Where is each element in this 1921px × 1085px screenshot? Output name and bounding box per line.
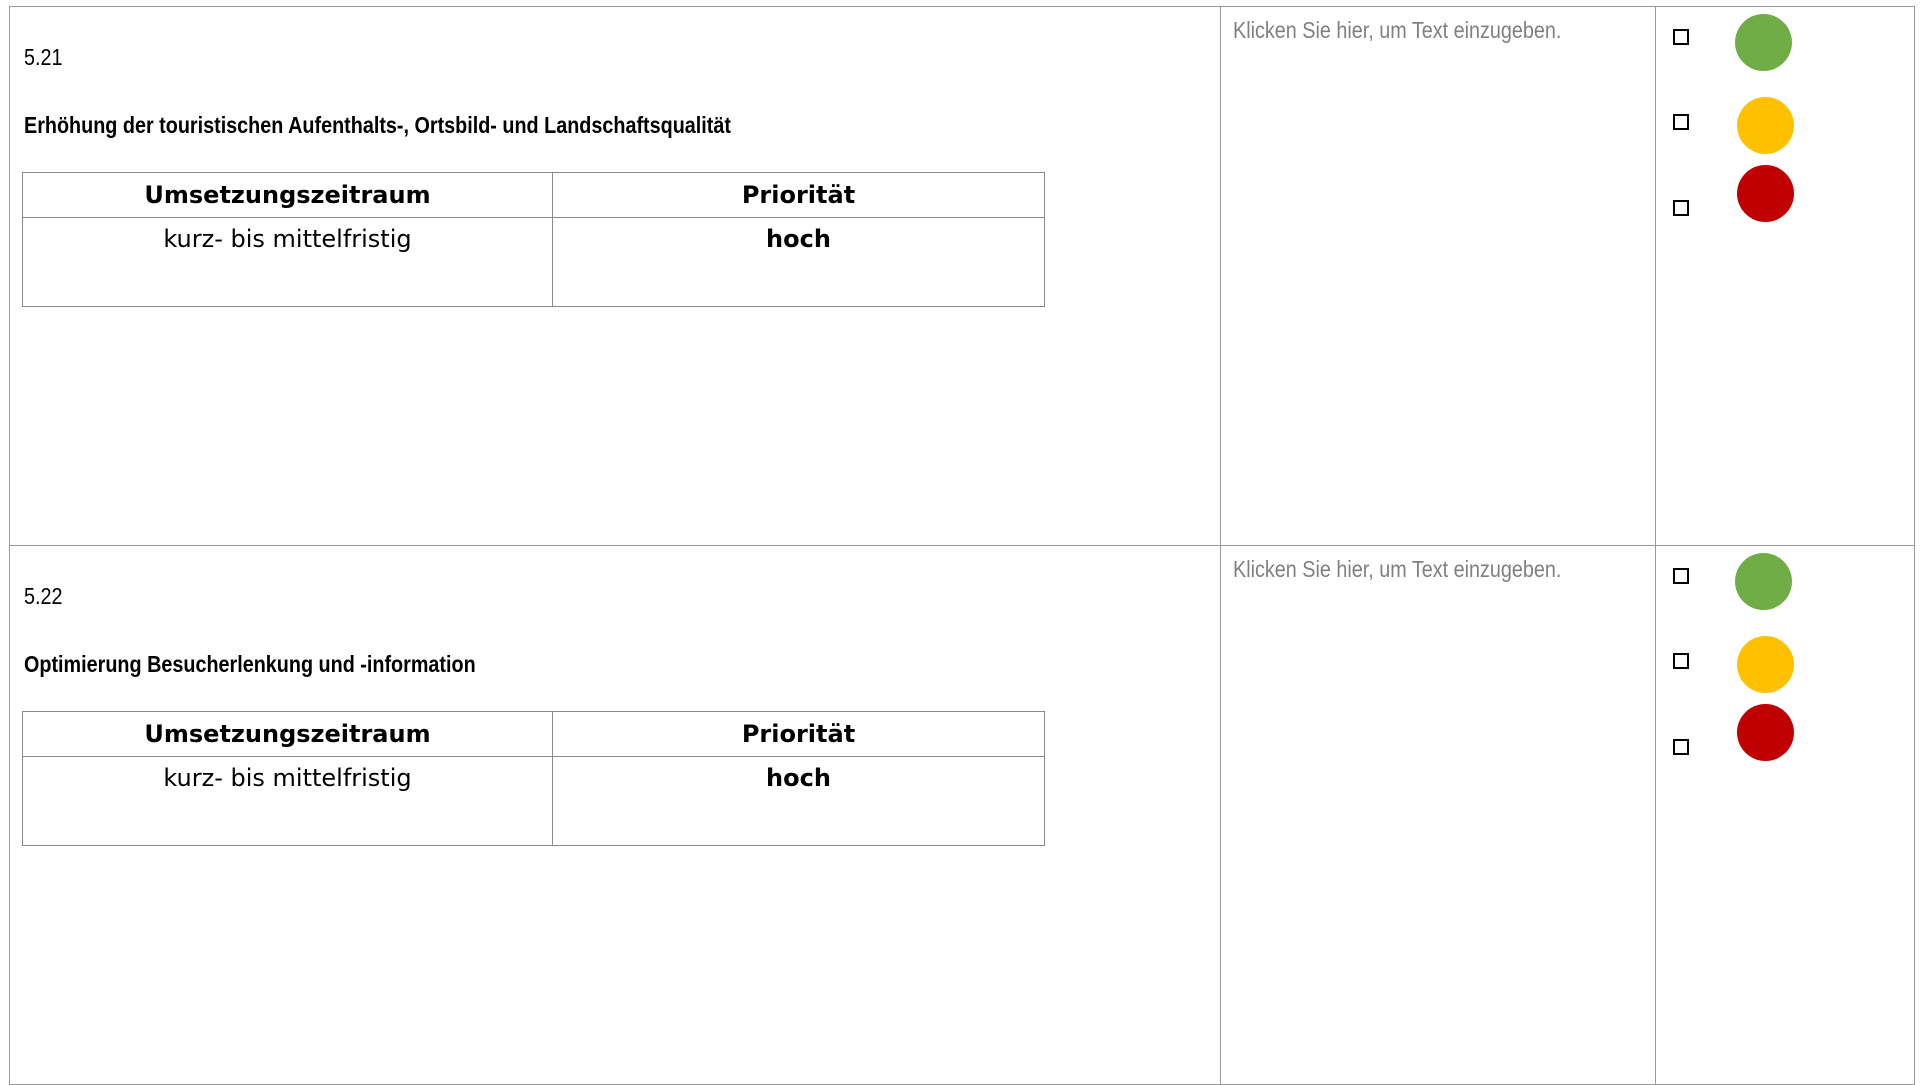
- header-umsetzungszeitraum: Umsetzungszeitraum: [22, 711, 553, 757]
- comment-text-field[interactable]: Klicken Sie hier, um Text einzugeben.: [1233, 17, 1561, 44]
- cell-prioritaet: hoch: [552, 756, 1045, 846]
- status-checkbox-yellow[interactable]: [1673, 653, 1689, 669]
- cell-prioritaet: hoch: [552, 217, 1045, 307]
- yellow-status-dot: [1737, 636, 1794, 693]
- measure-id: 5.22: [24, 583, 63, 609]
- comment-text-field[interactable]: Klicken Sie hier, um Text einzugeben.: [1233, 556, 1561, 583]
- table-header-row: Umsetzungszeitraum Priorität: [22, 711, 1045, 757]
- status-checkbox-red[interactable]: [1673, 200, 1689, 216]
- red-status-dot: [1737, 704, 1794, 761]
- column-divider: [1220, 7, 1221, 545]
- column-divider: [1655, 546, 1656, 1084]
- red-status-dot: [1737, 165, 1794, 222]
- cell-umsetzungszeitraum: kurz- bis mittelfristig: [22, 756, 553, 846]
- measure-row: 5.22 Optimierung Besucherlenkung und -in…: [9, 545, 1915, 1085]
- status-checkbox-green[interactable]: [1673, 568, 1689, 584]
- table-row: kurz- bis mittelfristig hoch: [22, 217, 1045, 307]
- measure-row: 5.21 Erhöhung der touristischen Aufentha…: [9, 6, 1915, 546]
- status-checkbox-green[interactable]: [1673, 29, 1689, 45]
- status-checkbox-red[interactable]: [1673, 739, 1689, 755]
- measure-info-table: Umsetzungszeitraum Priorität kurz- bis m…: [22, 172, 1045, 307]
- header-prioritaet: Priorität: [552, 172, 1045, 218]
- green-status-dot: [1735, 553, 1792, 610]
- measure-title: Optimierung Besucherlenkung und -informa…: [24, 651, 476, 677]
- table-header-row: Umsetzungszeitraum Priorität: [22, 172, 1045, 218]
- measure-id: 5.21: [24, 44, 63, 70]
- green-status-dot: [1735, 14, 1792, 71]
- status-checkbox-yellow[interactable]: [1673, 114, 1689, 130]
- column-divider: [1220, 546, 1221, 1084]
- yellow-status-dot: [1737, 97, 1794, 154]
- table-row: kurz- bis mittelfristig hoch: [22, 756, 1045, 846]
- measure-title: Erhöhung der touristischen Aufenthalts-,…: [24, 112, 731, 138]
- column-divider: [1655, 7, 1656, 545]
- cell-umsetzungszeitraum: kurz- bis mittelfristig: [22, 217, 553, 307]
- measure-info-table: Umsetzungszeitraum Priorität kurz- bis m…: [22, 711, 1045, 846]
- header-prioritaet: Priorität: [552, 711, 1045, 757]
- header-umsetzungszeitraum: Umsetzungszeitraum: [22, 172, 553, 218]
